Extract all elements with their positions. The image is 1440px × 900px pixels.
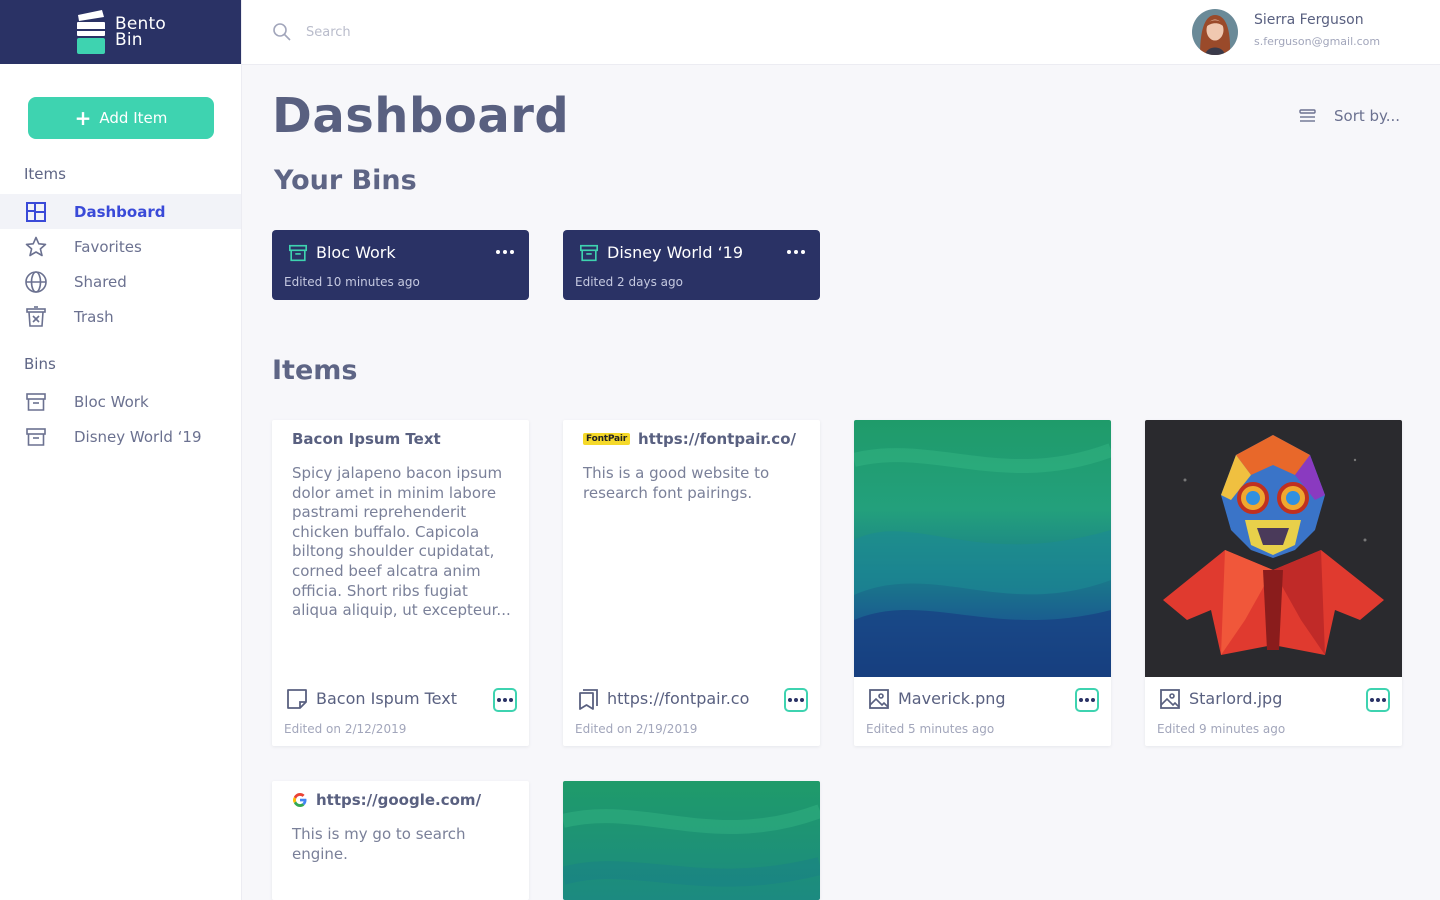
sidebar-item-label: Dashboard bbox=[74, 202, 166, 221]
card-edited-time: Edited 9 minutes ago bbox=[1157, 722, 1286, 736]
bins-section-header: Bins bbox=[24, 355, 56, 373]
sort-by-button[interactable]: Sort by... bbox=[1298, 106, 1400, 126]
card-more-options-button[interactable] bbox=[784, 688, 808, 712]
user-portrait-icon bbox=[1192, 9, 1238, 55]
card-header-text: https://fontpair.co/ bbox=[638, 430, 796, 448]
sidebar: Bento Bin + Add Item Items Dashboard Fav… bbox=[0, 0, 242, 900]
image-icon bbox=[869, 689, 889, 709]
bin-edited-time: Edited 2 days ago bbox=[575, 275, 683, 289]
bin-more-options-button[interactable] bbox=[493, 242, 517, 262]
sidebar-item-trash[interactable]: Trash bbox=[0, 299, 241, 334]
search-input[interactable] bbox=[306, 20, 706, 44]
logo-text: Bento Bin bbox=[115, 16, 166, 50]
card-header-text: Bacon Ipsum Text bbox=[292, 430, 441, 448]
avatar[interactable] bbox=[1192, 9, 1238, 55]
dashboard-icon bbox=[24, 200, 48, 224]
sidebar-item-label: Shared bbox=[74, 272, 127, 291]
sort-lines-icon bbox=[1299, 109, 1316, 122]
page-title: Dashboard bbox=[272, 88, 570, 144]
user-email: s.ferguson@gmail.com bbox=[1254, 35, 1381, 48]
sidebar-bin-label: Bloc Work bbox=[74, 392, 149, 411]
card-title: Bacon Ispum Text bbox=[316, 689, 457, 708]
card-more-options-button[interactable] bbox=[1366, 688, 1390, 712]
bin-card-bloc-work[interactable]: Bloc Work Edited 10 minutes ago bbox=[272, 230, 529, 300]
archive-box-icon bbox=[24, 425, 48, 449]
starlord-image bbox=[1145, 420, 1402, 677]
bin-name: Bloc Work bbox=[316, 243, 396, 262]
your-bins-title: Your Bins bbox=[274, 165, 417, 196]
sidebar-bin-bloc-work[interactable]: Bloc Work bbox=[0, 384, 241, 419]
items-title: Items bbox=[272, 355, 358, 386]
sidebar-item-dashboard[interactable]: Dashboard bbox=[0, 194, 241, 229]
bin-edited-time: Edited 10 minutes ago bbox=[284, 275, 420, 289]
archive-box-icon bbox=[289, 244, 307, 262]
bento-bin-logo-icon bbox=[77, 10, 106, 54]
sort-by-label: Sort by... bbox=[1334, 107, 1401, 125]
item-card-image[interactable] bbox=[563, 781, 820, 900]
sidebar-bin-label: Disney World ‘19 bbox=[74, 427, 202, 446]
item-card-fontpair[interactable]: FontPair https://fontpair.co/ This is a … bbox=[563, 420, 820, 746]
card-edited-time: Edited on 2/12/2019 bbox=[284, 722, 407, 736]
card-title: Maverick.png bbox=[898, 689, 1006, 708]
user-name: Sierra Ferguson bbox=[1254, 12, 1364, 28]
star-icon bbox=[24, 235, 48, 259]
sidebar-item-label: Favorites bbox=[74, 237, 142, 256]
logo[interactable]: Bento Bin bbox=[0, 0, 241, 64]
card-edited-time: Edited on 2/19/2019 bbox=[575, 722, 698, 736]
card-title: Starlord.jpg bbox=[1189, 689, 1283, 708]
fontpair-favicon-icon: FontPair bbox=[583, 433, 631, 445]
add-item-label: Add Item bbox=[99, 109, 168, 127]
add-item-button[interactable]: + Add Item bbox=[28, 97, 214, 139]
google-favicon-icon bbox=[293, 793, 307, 807]
card-body-text: This is my go to search engine. bbox=[292, 825, 466, 863]
image-icon bbox=[1160, 689, 1180, 709]
archive-box-icon bbox=[580, 244, 598, 262]
sidebar-item-label: Trash bbox=[74, 307, 114, 326]
card-more-options-button[interactable] bbox=[1075, 688, 1099, 712]
top-bar: Sierra Ferguson s.ferguson@gmail.com bbox=[242, 0, 1440, 65]
item-card-google[interactable]: https://google.com/ This is my go to sea… bbox=[272, 781, 529, 900]
sidebar-item-favorites[interactable]: Favorites bbox=[0, 229, 241, 264]
note-icon bbox=[287, 689, 307, 709]
card-header-text: https://google.com/ bbox=[316, 791, 482, 809]
card-edited-time: Edited 5 minutes ago bbox=[866, 722, 995, 736]
card-more-options-button[interactable] bbox=[493, 688, 517, 712]
wave-image bbox=[563, 781, 820, 900]
items-section-header: Items bbox=[24, 165, 66, 183]
logo-line-2: Bin bbox=[115, 30, 143, 50]
trash-icon bbox=[24, 305, 48, 329]
item-card-starlord[interactable]: Starlord.jpg Edited 9 minutes ago bbox=[1145, 420, 1402, 746]
sidebar-bin-disney-world[interactable]: Disney World ‘19 bbox=[0, 419, 241, 454]
card-header: Bacon Ipsum Text bbox=[292, 430, 441, 448]
card-title: https://fontpair.co bbox=[607, 689, 750, 708]
search-icon bbox=[273, 23, 291, 41]
item-card-maverick[interactable]: Maverick.png Edited 5 minutes ago bbox=[854, 420, 1111, 746]
bin-more-options-button[interactable] bbox=[784, 242, 808, 262]
bin-name: Disney World ‘19 bbox=[607, 243, 744, 262]
bookmark-icon bbox=[579, 689, 598, 710]
item-card-bacon-ipsum[interactable]: Bacon Ipsum Text Spicy jalapeno bacon ip… bbox=[272, 420, 529, 746]
plus-icon: + bbox=[74, 106, 92, 130]
sidebar-item-shared[interactable]: Shared bbox=[0, 264, 241, 299]
bin-card-disney-world[interactable]: Disney World ‘19 Edited 2 days ago bbox=[563, 230, 820, 300]
maverick-image bbox=[854, 420, 1111, 677]
archive-box-icon bbox=[24, 390, 48, 414]
card-body-text: This is a good website to research font … bbox=[583, 464, 770, 502]
card-header: FontPair https://fontpair.co/ bbox=[583, 430, 796, 448]
globe-icon bbox=[24, 270, 48, 294]
card-body-text: Spicy jalapeno bacon ipsum dolor amet in… bbox=[292, 464, 511, 620]
card-header: https://google.com/ bbox=[292, 791, 481, 809]
